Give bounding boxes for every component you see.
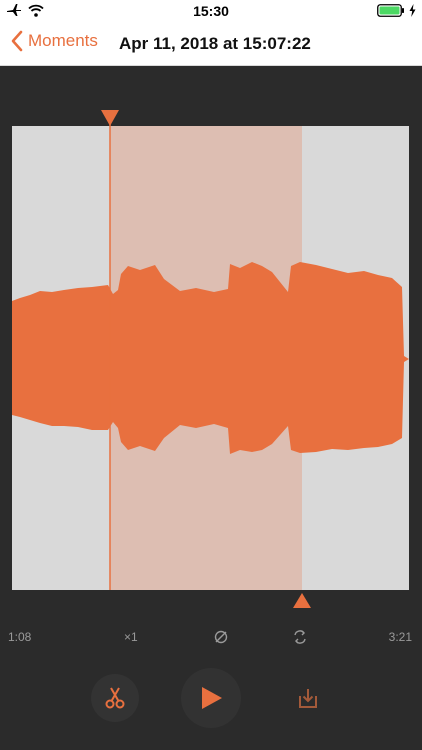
- status-time: 15:30: [193, 3, 229, 19]
- end-handle[interactable]: [293, 593, 311, 608]
- chevron-left-icon: [11, 30, 23, 52]
- play-icon: [202, 687, 222, 709]
- export-button[interactable]: [284, 674, 332, 722]
- trim-button[interactable]: [91, 674, 139, 722]
- scissors-icon: [105, 687, 125, 709]
- charging-icon: [409, 4, 416, 17]
- start-time: 1:08: [8, 630, 32, 644]
- toolbar: 1:08 ×1 3:21: [0, 620, 422, 654]
- loop-icon[interactable]: [292, 629, 308, 645]
- start-handle[interactable]: [101, 110, 119, 126]
- speed-button[interactable]: ×1: [124, 630, 138, 644]
- status-bar: 15:30: [0, 0, 422, 22]
- playback-controls: [0, 666, 422, 750]
- battery-icon: [377, 4, 404, 17]
- back-label: Moments: [28, 31, 98, 50]
- status-right: [377, 4, 416, 17]
- play-button[interactable]: [181, 668, 241, 728]
- bounce-icon[interactable]: [213, 629, 229, 645]
- download-icon: [299, 689, 317, 708]
- end-time: 3:21: [388, 630, 412, 644]
- back-button[interactable]: Moments: [10, 30, 98, 52]
- page-title: Apr 11, 2018 at 15:07:22: [119, 34, 311, 53]
- waveform-editor[interactable]: [0, 66, 422, 620]
- navigation-bar: Moments Apr 11, 2018 at 15:07:22: [0, 22, 422, 66]
